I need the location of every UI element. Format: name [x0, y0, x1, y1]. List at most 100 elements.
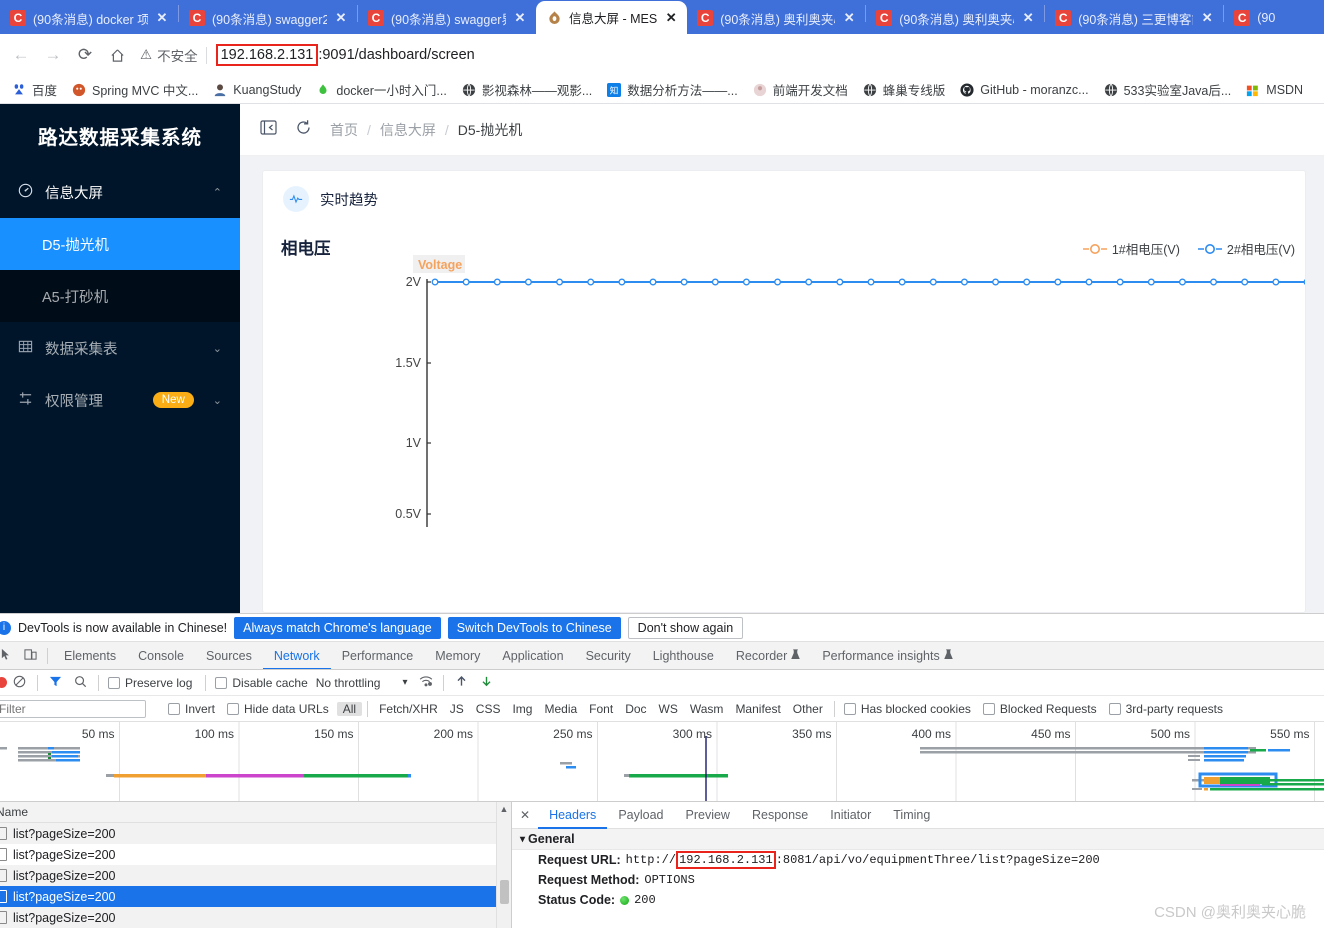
- filter-type-wasm[interactable]: Wasm: [684, 702, 730, 716]
- forward-button[interactable]: →: [38, 40, 68, 70]
- filter-type-font[interactable]: Font: [583, 702, 619, 716]
- tab-close-icon[interactable]: ✕: [664, 10, 678, 26]
- back-button[interactable]: ←: [6, 40, 36, 70]
- browser-tab[interactable]: C (90条消息) 奥利奥夹心 ✕: [687, 2, 865, 34]
- devtools-tab-application[interactable]: Application: [491, 642, 574, 669]
- inspect-element-icon[interactable]: [0, 648, 18, 664]
- filter-input[interactable]: [0, 699, 146, 718]
- scroll-up-icon[interactable]: ▲: [500, 802, 509, 816]
- devtools-tab-performance[interactable]: Performance: [331, 642, 425, 669]
- devtools-tab-memory[interactable]: Memory: [424, 642, 491, 669]
- filter-type-img[interactable]: Img: [506, 702, 538, 716]
- filter-type-ws[interactable]: WS: [653, 702, 684, 716]
- devtools-tab-security[interactable]: Security: [575, 642, 642, 669]
- detail-tab-preview[interactable]: Preview: [675, 802, 741, 829]
- bookmark-item[interactable]: 知 数据分析方法——...: [599, 78, 744, 101]
- has-blocked-cookies-checkbox[interactable]: Has blocked cookies: [840, 702, 979, 716]
- third-party-requests-checkbox[interactable]: 3rd-party requests: [1105, 702, 1231, 716]
- browser-tab[interactable]: C (90条消息) 三更博客前 ✕: [1045, 2, 1223, 34]
- filter-type-all[interactable]: All: [336, 701, 363, 716]
- browser-tab[interactable]: C (90条消息) docker 项 ✕: [0, 2, 178, 34]
- bookmark-item[interactable]: 前端开发文档: [745, 78, 855, 101]
- scrollbar-thumb[interactable]: [499, 880, 509, 904]
- address-bar[interactable]: ⚠ 不安全 192.168.2.131:9091/dashboard/scree…: [140, 40, 1318, 70]
- filter-icon[interactable]: [43, 675, 68, 691]
- bookmark-item[interactable]: 蜂巢专线版: [855, 78, 953, 101]
- search-icon[interactable]: [68, 675, 93, 691]
- filter-type-doc[interactable]: Doc: [619, 702, 652, 716]
- clear-icon[interactable]: [7, 675, 32, 691]
- bookmark-item[interactable]: docker一小时入门...: [308, 78, 453, 101]
- sidebar-item-a5[interactable]: A5-打砂机: [0, 270, 240, 322]
- refresh-icon[interactable]: [295, 119, 312, 141]
- bookmark-item[interactable]: GitHub - moranzc...: [952, 80, 1095, 100]
- devtools-tab-performance-insights[interactable]: Performance insights: [811, 642, 963, 669]
- blocked-requests-checkbox[interactable]: Blocked Requests: [979, 702, 1105, 716]
- bookmark-item[interactable]: KuangStudy: [205, 80, 308, 100]
- request-row[interactable]: list?pageSize=200: [0, 844, 511, 865]
- browser-tab-active[interactable]: 信息大屏 - MES ✕: [536, 1, 688, 34]
- request-row[interactable]: list?pageSize=200: [0, 823, 511, 844]
- dont-show-again-button[interactable]: Don't show again: [627, 616, 744, 639]
- browser-tab[interactable]: C (90: [1224, 2, 1284, 34]
- devtools-tab-lighthouse[interactable]: Lighthouse: [642, 642, 725, 669]
- bookmark-item[interactable]: 百度: [4, 78, 64, 101]
- devtools-tab-network[interactable]: Network: [263, 642, 331, 669]
- devtools-tab-console[interactable]: Console: [127, 642, 195, 669]
- sidebar-item-dashboard[interactable]: 信息大屏 ⌃: [0, 166, 240, 218]
- network-conditions-icon[interactable]: [413, 675, 438, 691]
- detail-tab-timing[interactable]: Timing: [882, 802, 941, 829]
- request-row[interactable]: list?pageSize=200: [0, 907, 511, 928]
- request-list-scrollbar[interactable]: ▲: [496, 802, 511, 928]
- breadcrumb-item-home[interactable]: 首页: [330, 120, 358, 140]
- detail-tab-response[interactable]: Response: [741, 802, 819, 829]
- bookmark-item[interactable]: 影视森林——观影...: [454, 78, 599, 101]
- detail-tab-initiator[interactable]: Initiator: [819, 802, 882, 829]
- import-har-icon[interactable]: [449, 675, 474, 691]
- breadcrumb-item-dashboard[interactable]: 信息大屏: [380, 120, 436, 140]
- invert-checkbox[interactable]: Invert: [164, 702, 223, 716]
- browser-tab[interactable]: C (90条消息) 奥利奥夹心 ✕: [866, 2, 1044, 34]
- switch-to-chinese-button[interactable]: Switch DevTools to Chinese: [447, 616, 621, 639]
- throttling-select[interactable]: No throttling ▾: [316, 676, 414, 690]
- record-icon[interactable]: [0, 677, 7, 688]
- not-secure-indicator[interactable]: ⚠ 不安全: [140, 45, 206, 65]
- filter-type-js[interactable]: JS: [444, 702, 470, 716]
- detail-tab-headers[interactable]: Headers: [538, 802, 607, 829]
- general-section-header[interactable]: ▾ General: [512, 829, 1324, 850]
- sidebar-item-auth[interactable]: 权限管理 New ⌄: [0, 374, 240, 426]
- devtools-tab-elements[interactable]: Elements: [53, 642, 127, 669]
- tab-close-icon[interactable]: ✕: [842, 10, 856, 26]
- bookmark-item[interactable]: Spring MVC 中文...: [64, 78, 205, 101]
- bookmark-item[interactable]: 533实验室Java后...: [1096, 78, 1239, 101]
- filter-type-css[interactable]: CSS: [470, 702, 507, 716]
- always-match-language-button[interactable]: Always match Chrome's language: [234, 616, 441, 639]
- device-toolbar-icon[interactable]: [18, 648, 42, 664]
- request-column-name[interactable]: Name: [0, 805, 28, 819]
- request-row[interactable]: list?pageSize=200: [0, 865, 511, 886]
- reload-button[interactable]: ⟳: [70, 40, 100, 70]
- devtools-tab-recorder[interactable]: Recorder: [725, 642, 811, 669]
- disable-cache-checkbox[interactable]: Disable cache: [211, 676, 315, 690]
- filter-type-other[interactable]: Other: [787, 702, 829, 716]
- menu-fold-icon[interactable]: [260, 119, 277, 141]
- bookmark-item[interactable]: MSDN: [1238, 80, 1310, 100]
- home-button[interactable]: [102, 40, 132, 70]
- detail-tab-payload[interactable]: Payload: [607, 802, 674, 829]
- sidebar-item-d5[interactable]: D5-抛光机: [0, 218, 240, 270]
- browser-tab[interactable]: C (90条消息) swagger界 ✕: [358, 2, 536, 34]
- devtools-tab-sources[interactable]: Sources: [195, 642, 263, 669]
- request-row-selected[interactable]: list?pageSize=200: [0, 886, 511, 907]
- filter-type-fetch-xhr[interactable]: Fetch/XHR: [373, 702, 444, 716]
- export-har-icon[interactable]: [474, 675, 499, 691]
- hide-data-urls-checkbox[interactable]: Hide data URLs: [223, 702, 337, 716]
- tab-close-icon[interactable]: ✕: [1021, 10, 1035, 26]
- network-overview-timeline[interactable]: 50 ms 100 ms 150 ms 200 ms 250 ms 300 ms 350 m…: [0, 722, 1324, 802]
- filter-type-manifest[interactable]: Manifest: [729, 702, 786, 716]
- close-detail-icon[interactable]: ✕: [520, 808, 538, 822]
- voltage-chart[interactable]: 相电压 1#相电压(V) 2#相电压(V) Voltage 2V 1.5V 1V…: [263, 227, 1305, 557]
- tab-close-icon[interactable]: ✕: [1200, 10, 1214, 26]
- filter-type-media[interactable]: Media: [538, 702, 583, 716]
- tab-close-icon[interactable]: ✕: [334, 10, 348, 26]
- sidebar-item-data-table[interactable]: 数据采集表 ⌄: [0, 322, 240, 374]
